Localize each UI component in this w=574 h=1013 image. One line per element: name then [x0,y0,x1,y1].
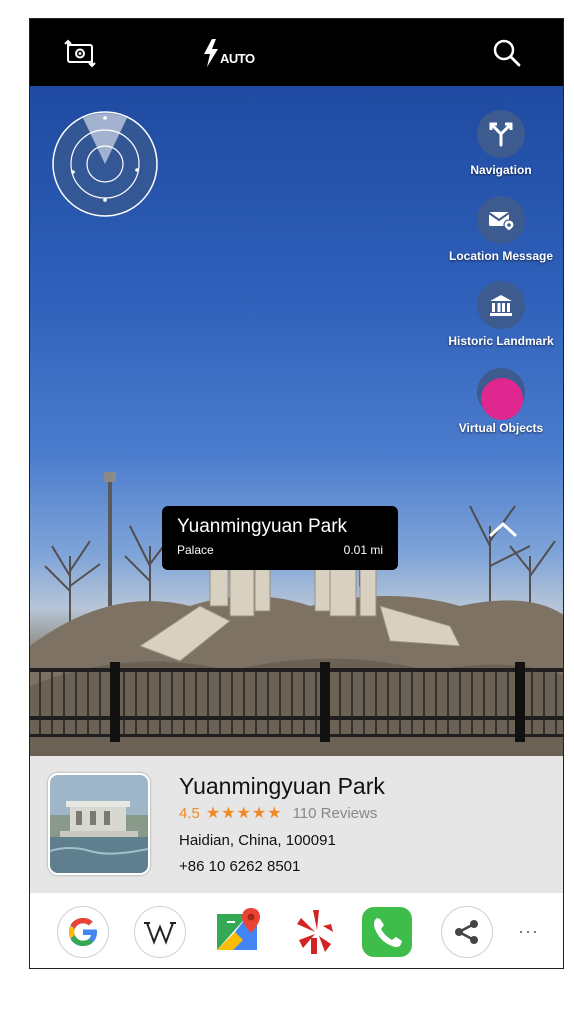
flash-icon [204,39,218,67]
wikipedia-app-icon[interactable] [134,906,186,958]
share-apps-row: ··· [30,893,563,968]
side-menu-label: Location Message [448,249,554,263]
review-count-link[interactable]: 110 Reviews [293,805,378,822]
google-maps-app-icon[interactable] [213,906,265,958]
phone-app-icon[interactable] [361,906,413,958]
ar-place-title: Yuanmingyuan Park [177,516,348,537]
place-phone[interactable]: +86 10 6262 8501 [179,858,385,875]
search-icon[interactable] [491,37,525,69]
side-menu-navigation[interactable]: Navigation [436,110,563,177]
side-menu-label: Virtual Objects [458,421,544,435]
phone-frame: AUTO Navigation Location Message Histori… [29,18,564,969]
ar-place-distance: 0.01 mi [343,543,383,557]
yelp-app-icon[interactable] [289,906,341,958]
side-menu-historic-landmark[interactable]: Historic Landmark [436,281,563,348]
side-menu-location-message[interactable]: Location Message [436,196,563,263]
navigation-fork-icon [477,110,525,158]
place-rating: 4.5 [179,804,200,822]
share-icon[interactable] [441,906,493,958]
camera-view[interactable]: Navigation Location Message Historic Lan… [30,86,563,756]
more-options-icon[interactable]: ··· [518,921,539,942]
place-info-card[interactable]: Yuanmingyuan Park 4.5 ★★★★★ 110 Reviews … [30,756,563,893]
place-address: Haidian, China, 100091 [179,832,336,849]
rating-stars: ★★★★★ [205,805,283,822]
radar-compass[interactable] [51,110,159,218]
chevron-up-icon[interactable] [488,520,518,538]
camera-top-bar: AUTO [30,19,563,86]
side-menu-label: Navigation [470,163,532,177]
ar-place-label[interactable]: Yuanmingyuan Park Palace 0.01 mi [162,506,398,570]
flash-auto-button[interactable]: AUTO [202,37,255,69]
side-menu-label: Historic Landmark [448,334,554,348]
flash-mode-label: AUTO [220,51,255,66]
touch-indicator-dot [481,378,523,420]
google-app-icon[interactable] [57,906,109,958]
camera-rotate-icon[interactable] [63,37,97,69]
place-name: Yuanmingyuan Park [179,773,385,799]
place-thumbnail[interactable] [48,773,150,875]
location-message-icon [477,196,525,244]
ar-place-category: Palace [177,543,214,557]
landmark-icon [477,281,525,329]
